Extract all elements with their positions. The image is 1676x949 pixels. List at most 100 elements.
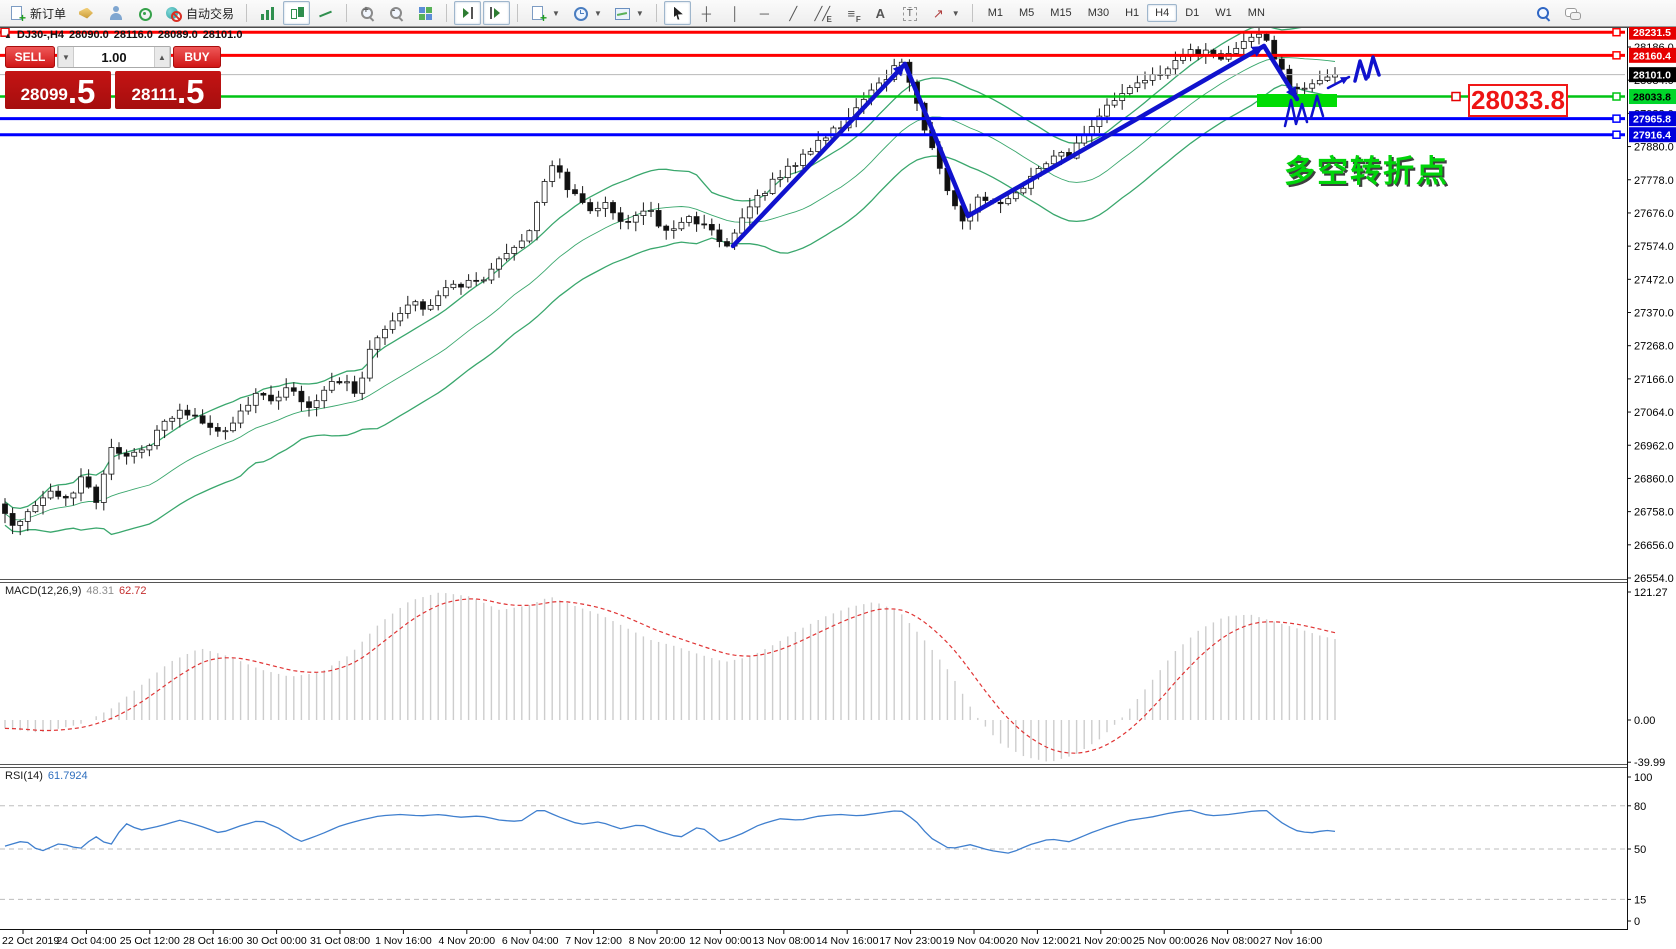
volume-input[interactable] xyxy=(74,47,154,67)
tile-windows-button[interactable] xyxy=(412,1,439,25)
macd-name: MACD(12,26,9) xyxy=(5,585,81,597)
chat-icon xyxy=(1564,5,1581,22)
svg-text:22 Oct 2019: 22 Oct 2019 xyxy=(2,935,59,947)
arrows-icon: ↗ xyxy=(930,5,947,22)
main-toolbar: + 新订单 自动交易 + - +▼ ▼ ▼ ┼ │ ─ ╱ ╱╱E ≡F A xyxy=(0,0,1676,27)
price-callout-box: 28033.8 xyxy=(1468,84,1568,117)
rsi-value: 61.7924 xyxy=(48,770,88,782)
rsi-name: RSI(14) xyxy=(5,770,43,782)
volume-decrease-button[interactable]: ▼ xyxy=(58,47,74,67)
toolbar-separator xyxy=(346,4,347,22)
equidistant-channel-button[interactable]: ╱╱E xyxy=(809,1,836,25)
chat-button[interactable] xyxy=(1559,1,1586,25)
svg-text:27370.0: 27370.0 xyxy=(1634,308,1674,320)
svg-text:100: 100 xyxy=(1634,772,1652,784)
vertical-line-button[interactable]: │ xyxy=(722,1,749,25)
templates-button[interactable]: ▼ xyxy=(609,1,649,25)
zoom-in-icon: + xyxy=(359,5,376,22)
sell-button[interactable]: SELL xyxy=(5,46,55,68)
tab-timeframe-m15[interactable]: M15 xyxy=(1042,4,1079,22)
vertical-line-icon: │ xyxy=(727,5,744,22)
high-value: 28116.0 xyxy=(114,29,153,41)
svg-text:28 Oct 16:00: 28 Oct 16:00 xyxy=(183,935,243,947)
close-value: 28101.0 xyxy=(203,29,243,41)
search-button[interactable] xyxy=(1530,1,1557,25)
tab-timeframe-m1[interactable]: M1 xyxy=(980,4,1011,22)
svg-text:12 Nov 00:00: 12 Nov 00:00 xyxy=(689,935,752,947)
tab-timeframe-mn[interactable]: MN xyxy=(1240,4,1273,22)
svg-text:26962.0: 26962.0 xyxy=(1634,440,1674,452)
templates-icon xyxy=(614,5,631,22)
svg-text:21 Nov 20:00: 21 Nov 20:00 xyxy=(1070,935,1133,947)
sell-price-main: 28099 xyxy=(21,84,68,107)
crosshair-button[interactable]: ┼ xyxy=(693,1,720,25)
chart-shift-button[interactable] xyxy=(483,1,510,25)
tab-timeframe-h1[interactable]: H1 xyxy=(1117,4,1147,22)
toolbar-separator xyxy=(246,4,247,22)
cursor-button[interactable] xyxy=(664,1,691,25)
zoom-out-button[interactable]: - xyxy=(383,1,410,25)
svg-text:26656.0: 26656.0 xyxy=(1634,540,1674,552)
buy-price-main: 28111 xyxy=(132,84,177,107)
zoom-out-icon: - xyxy=(388,5,405,22)
tab-timeframe-d1[interactable]: D1 xyxy=(1177,4,1207,22)
new-order-label: 新订单 xyxy=(30,5,66,22)
trendline-icon: ╱ xyxy=(785,5,802,22)
tab-timeframe-h4[interactable]: H4 xyxy=(1147,4,1177,22)
horizontal-line-button[interactable]: ─ xyxy=(751,1,778,25)
svg-text:19 Nov 04:00: 19 Nov 04:00 xyxy=(943,935,1006,947)
svg-text:4 Nov 20:00: 4 Nov 20:00 xyxy=(438,935,495,947)
one-click-collapse-arrow[interactable]: ▲ xyxy=(4,31,12,40)
tab-timeframe-m5[interactable]: M5 xyxy=(1011,4,1042,22)
horn-button[interactable] xyxy=(73,1,100,25)
text-button[interactable]: A xyxy=(867,1,894,25)
algo-trading-label: 自动交易 xyxy=(186,5,234,22)
svg-text:25 Oct 12:00: 25 Oct 12:00 xyxy=(120,935,180,947)
line-chart-button[interactable] xyxy=(312,1,339,25)
open-value: 28090.0 xyxy=(69,29,109,41)
periods-button[interactable]: ▼ xyxy=(567,1,607,25)
low-value: 28089.0 xyxy=(158,29,198,41)
chart-window[interactable]: 28186.028084.027982.027880.027778.027676… xyxy=(0,0,1676,949)
turning-point-annotation: 多空转折点 xyxy=(1284,146,1449,191)
timeframe-group: M1M5M15M30H1H4D1W1MN xyxy=(980,4,1273,22)
sell-price-box[interactable]: 28099.5 xyxy=(5,71,111,109)
toolbar-separator xyxy=(517,4,518,22)
tab-timeframe-m30[interactable]: M30 xyxy=(1080,4,1117,22)
algo-trading-button[interactable]: 自动交易 xyxy=(160,1,239,25)
svg-text:24 Oct 04:00: 24 Oct 04:00 xyxy=(56,935,116,947)
svg-text:27064.0: 27064.0 xyxy=(1634,407,1674,419)
toolbar-separator xyxy=(972,4,973,22)
trendline-button[interactable]: ╱ xyxy=(780,1,807,25)
new-chart-icon: + xyxy=(530,5,547,22)
volume-increase-button[interactable]: ▲ xyxy=(154,47,170,67)
buy-button[interactable]: BUY xyxy=(173,46,221,68)
crosshair-icon: ┼ xyxy=(698,5,715,22)
signals-button[interactable] xyxy=(131,1,158,25)
virtual-hosting-button[interactable] xyxy=(102,1,129,25)
fibonacci-button[interactable]: ≡F xyxy=(838,1,865,25)
svg-text:31 Oct 08:00: 31 Oct 08:00 xyxy=(310,935,370,947)
svg-text:14 Nov 16:00: 14 Nov 16:00 xyxy=(816,935,879,947)
svg-text:27268.0: 27268.0 xyxy=(1634,341,1674,353)
text-label-button[interactable]: T xyxy=(896,1,923,25)
signals-icon xyxy=(136,5,153,22)
tab-timeframe-w1[interactable]: W1 xyxy=(1207,4,1240,22)
svg-text:27916.4: 27916.4 xyxy=(1633,130,1671,142)
new-chart-button[interactable]: +▼ xyxy=(525,1,565,25)
auto-scroll-button[interactable] xyxy=(454,1,481,25)
svg-text:26 Nov 08:00: 26 Nov 08:00 xyxy=(1196,935,1259,947)
toolbar-separator xyxy=(656,4,657,22)
buy-price-frac: .5 xyxy=(177,76,205,107)
arrows-button[interactable]: ↗▼ xyxy=(925,1,965,25)
svg-text:27166.0: 27166.0 xyxy=(1634,374,1674,386)
zoom-in-button[interactable]: + xyxy=(354,1,381,25)
new-order-button[interactable]: + 新订单 xyxy=(4,1,71,25)
buy-price-box[interactable]: 28111.5 xyxy=(115,71,221,109)
bar-chart-button[interactable] xyxy=(254,1,281,25)
candlestick-chart-button[interactable] xyxy=(283,1,310,25)
virtual-hosting-icon xyxy=(107,5,124,22)
svg-text:27676.0: 27676.0 xyxy=(1634,208,1674,220)
fibonacci-icon: ≡F xyxy=(843,5,860,22)
chart-shift-icon xyxy=(488,5,505,22)
